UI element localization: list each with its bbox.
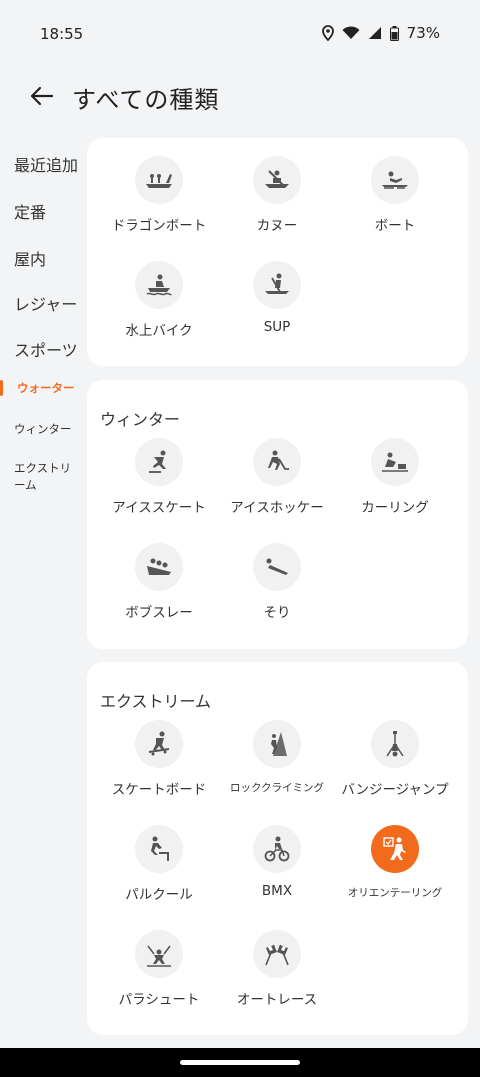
- bungee-jump-icon: [371, 720, 419, 768]
- activity-parkour[interactable]: パルクール: [100, 825, 218, 903]
- status-icons: 73%: [321, 24, 440, 42]
- skateboard-icon: [135, 720, 183, 768]
- activity-sled[interactable]: そり: [218, 543, 336, 621]
- activity-curling[interactable]: カーリング: [336, 438, 454, 516]
- activity-label: パラシュート: [118, 992, 200, 1008]
- bobsled-icon: [135, 543, 183, 591]
- signal-icon: [368, 26, 382, 40]
- activity-label: バンジージャンプ: [341, 782, 449, 798]
- activity-label: ドラゴンボート: [111, 218, 207, 234]
- jet-ski-icon: [135, 261, 183, 309]
- navigation-bar: [0, 1048, 480, 1077]
- activity-label: パルクール: [125, 887, 193, 903]
- sidebar-item-leisure[interactable]: レジャー: [14, 291, 77, 315]
- orienteering-icon: [371, 825, 419, 873]
- parkour-icon: [135, 825, 183, 873]
- section-title-extreme: エクストリーム: [100, 692, 212, 711]
- activity-orienteering[interactable]: オリエンテーリング: [336, 825, 454, 900]
- sled-icon: [253, 543, 301, 591]
- rowing-icon: [371, 156, 419, 204]
- arrow-left-icon: [30, 86, 54, 106]
- back-button[interactable]: [26, 80, 58, 112]
- activity-label: BMX: [261, 883, 293, 899]
- dragon-boat-icon: [135, 156, 183, 204]
- water-card: ドラゴンボート カヌー ボート 水上バイク SUP: [87, 138, 468, 366]
- activity-parachute[interactable]: パラシュート: [100, 930, 218, 1008]
- rock-climbing-icon: [253, 720, 301, 768]
- status-bar: 18:55 73%: [0, 0, 480, 66]
- sidebar-item-recent[interactable]: 最近追加: [14, 152, 78, 176]
- activity-dragon-boat[interactable]: ドラゴンボート: [100, 156, 218, 234]
- activity-bmx[interactable]: BMX: [218, 825, 336, 899]
- parachute-icon: [135, 930, 183, 978]
- active-indicator: [0, 380, 3, 396]
- activity-label: スケートボード: [111, 782, 207, 798]
- sidebar-item-indoor[interactable]: 屋内: [14, 246, 46, 270]
- section-title-winter: ウィンター: [100, 410, 181, 429]
- activity-skateboard[interactable]: スケートボード: [100, 720, 218, 798]
- battery-icon: [389, 25, 399, 41]
- activity-label: 水上バイク: [125, 323, 193, 339]
- ice-hockey-icon: [253, 438, 301, 486]
- location-icon: [321, 25, 334, 41]
- activity-sup[interactable]: SUP: [218, 261, 336, 335]
- activity-rowing[interactable]: ボート: [336, 156, 454, 234]
- home-indicator[interactable]: [180, 1060, 300, 1065]
- activity-label: オートレース: [236, 992, 318, 1008]
- activity-label: カーリング: [361, 500, 429, 516]
- activity-label: SUP: [263, 319, 291, 335]
- activity-canoe[interactable]: カヌー: [218, 156, 336, 234]
- activity-label: アイスホッケー: [230, 500, 324, 516]
- activity-rock-climbing[interactable]: ロッククライミング: [218, 720, 336, 795]
- sidebar-item-extreme[interactable]: エクストリーム: [14, 460, 74, 494]
- activity-label: オリエンテーリング: [347, 887, 443, 899]
- activity-ice-skate[interactable]: アイススケート: [100, 438, 218, 516]
- sidebar-item-water[interactable]: ウォーター: [17, 380, 75, 397]
- activity-label: ボブスレー: [125, 605, 193, 621]
- sidebar-item-sports[interactable]: スポーツ: [14, 337, 78, 361]
- activity-auto-race[interactable]: オートレース: [218, 930, 336, 1008]
- auto-race-icon: [253, 930, 301, 978]
- activity-bungee-jump[interactable]: バンジージャンプ: [336, 720, 454, 798]
- curling-icon: [371, 438, 419, 486]
- header: すべての種類: [0, 70, 480, 122]
- sup-icon: [253, 261, 301, 309]
- activity-label: アイススケート: [112, 500, 206, 516]
- ice-skate-icon: [135, 438, 183, 486]
- status-time: 18:55: [40, 25, 84, 43]
- winter-card: ウィンター アイススケート アイスホッケー カーリング ボブスレー そり: [87, 380, 468, 649]
- activity-label: そり: [263, 605, 291, 621]
- extreme-card: エクストリーム スケートボード ロッククライミング バンジージャンプ パルクール: [87, 662, 468, 1035]
- sidebar-item-standard[interactable]: 定番: [14, 199, 46, 223]
- activity-jet-ski[interactable]: 水上バイク: [100, 261, 218, 339]
- activity-ice-hockey[interactable]: アイスホッケー: [218, 438, 336, 516]
- canoe-icon: [253, 156, 301, 204]
- page-title: すべての種類: [72, 86, 220, 114]
- wifi-icon: [342, 26, 360, 40]
- activity-label: ロッククライミング: [229, 782, 325, 794]
- activity-label: カヌー: [256, 218, 298, 234]
- activity-bobsled[interactable]: ボブスレー: [100, 543, 218, 621]
- bmx-icon: [253, 825, 301, 873]
- battery-percent: 73%: [406, 24, 440, 42]
- sidebar-item-winter[interactable]: ウィンター: [14, 421, 72, 438]
- activity-list[interactable]: ドラゴンボート カヌー ボート 水上バイク SUP ウィンター アイススケート …: [87, 138, 468, 1048]
- activity-label: ボート: [374, 218, 416, 234]
